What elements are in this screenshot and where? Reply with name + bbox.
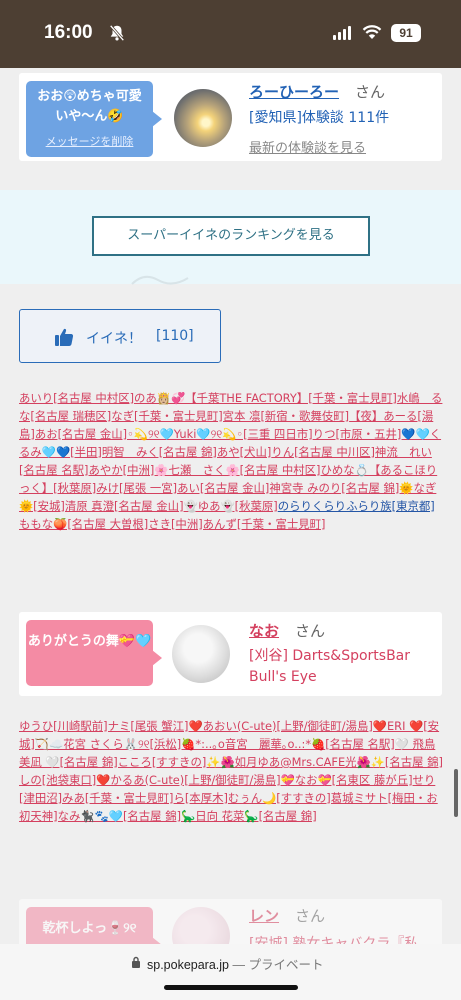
scroll-indicator[interactable] xyxy=(454,769,458,817)
user-name-link[interactable]: レン さん xyxy=(249,905,325,926)
url-text: sp.pokepara.jp — プライベート xyxy=(147,958,324,972)
bubble-message: ありがとうの舞💝🩵 xyxy=(27,634,152,649)
status-bar: 16:00 91 xyxy=(0,0,461,68)
bell-muted-icon xyxy=(109,24,125,42)
iine-button[interactable]: イイネ！ [110] xyxy=(19,309,221,363)
thumbs-up-icon xyxy=(55,328,74,346)
liker-link[interactable]: あいり[名古屋 中村区]のあ👸🏼💞【千葉THE FACTORY】[千葉・富士見町… xyxy=(19,391,397,405)
user-name-link[interactable]: なお さん xyxy=(249,620,325,641)
bubble-message: おお😲めちゃ可愛いや〜ん🤣 xyxy=(37,89,142,124)
bubble-message: 乾杯しよっ🍷୨୧ xyxy=(42,921,137,936)
browser-url-bar[interactable]: sp.pokepara.jp — プライベート xyxy=(0,944,461,1000)
lock-icon xyxy=(132,956,140,968)
battery-icon: 91 xyxy=(391,24,421,42)
liker-link[interactable]: [名古屋 錦]🦕日向 花菜🦕[名古屋 錦] xyxy=(123,809,317,823)
honorific: さん xyxy=(295,907,326,925)
review-card: おお😲めちゃ可愛いや〜ん🤣 メッセージを削除 ろーひーろー さん [愛知県]体験談… xyxy=(19,73,442,161)
latest-review-link[interactable]: 最新の体験談を見る xyxy=(249,137,366,156)
message-bubble: おお😲めちゃ可愛いや〜ん🤣 メッセージを削除 xyxy=(26,81,162,157)
ranking-panel: スーパーイイネのランキングを見る xyxy=(0,190,461,285)
signal-icon xyxy=(333,26,351,40)
honorific: さん xyxy=(355,83,386,101)
delete-message-link[interactable]: メッセージを削除 xyxy=(26,133,153,149)
super-iine-ranking-button[interactable]: スーパーイイネのランキングを見る xyxy=(92,216,370,256)
liker-link[interactable]: [名古屋 金山]👻ゆあ👻[秋葉原] xyxy=(114,499,278,513)
shop-area: [刈谷] Darts&SportsBar xyxy=(249,648,411,664)
user-info: [愛知県]体験談 111件 xyxy=(249,110,390,126)
liker-list: あいり[名古屋 中村区]のあ👸🏼💞【千葉THE FACTORY】[千葉・富士見町… xyxy=(19,389,444,533)
message-bubble: ありがとうの舞💝🩵 xyxy=(26,620,162,686)
user-info: [刈谷] Darts&SportsBar Bull's Eye xyxy=(249,646,410,688)
avatar[interactable] xyxy=(174,89,232,147)
shop-name: Bull's Eye xyxy=(249,669,317,685)
honorific: さん xyxy=(295,622,326,640)
iine-label: イイネ！ xyxy=(86,331,142,347)
review-card: ありがとうの舞💝🩵 なお さん [刈谷] Darts&SportsBar Bull… xyxy=(19,612,442,696)
clock: 16:00 xyxy=(44,22,93,43)
home-indicator xyxy=(164,985,298,990)
liker-link[interactable]: ゆうひ[川崎駅前]ナミ[尾張 蟹江]❤️あおい(C-ute)[上野/御徒町/湯島… xyxy=(19,719,387,733)
avatar[interactable] xyxy=(172,625,230,683)
user-name-link[interactable]: ろーひーろー さん xyxy=(249,81,385,102)
liker-list: ゆうひ[川崎駅前]ナミ[尾張 蟹江]❤️あおい(C-ute)[上野/御徒町/湯島… xyxy=(19,717,444,825)
wifi-icon xyxy=(362,25,382,39)
iine-count: [110] xyxy=(156,328,194,344)
liker-link[interactable]: のらりくらりふらり族[東京都] xyxy=(278,499,435,513)
liker-link[interactable]: ももな🍑[名古屋 大曽根]さき[中洲]あんず[千葉・富士見町] xyxy=(19,517,325,531)
wave-decoration xyxy=(131,275,189,285)
